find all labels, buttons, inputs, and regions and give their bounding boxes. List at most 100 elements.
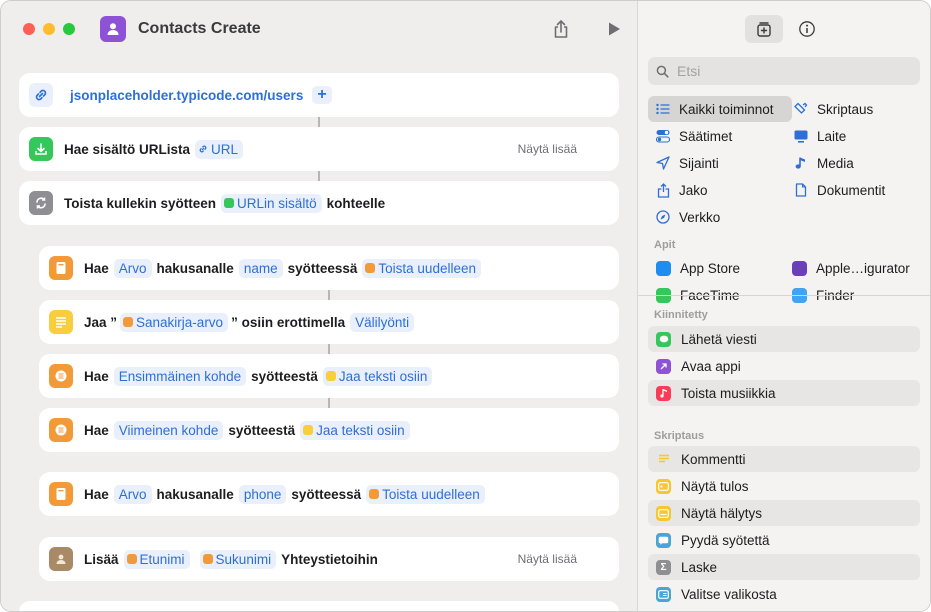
category-scripting[interactable]: Skriptaus [786,96,926,122]
pinned-section-header: Kiinnitetty [654,309,708,321]
link-icon [199,145,207,153]
category-all-actions[interactable]: Kaikki toiminnot [648,96,792,122]
shortcuts-window: Contacts Create jsonplaceholder.typicode… [0,0,931,612]
scripting-ask-for-input[interactable]: Pyydä syötettä [648,527,920,553]
category-controls[interactable]: Säätimet [648,123,788,149]
repeat-item-variable-token[interactable]: Toista uudelleen [362,258,481,278]
pinned-open-app[interactable]: Avaa appi [648,353,920,379]
split-text-variable-token[interactable]: Jaa teksti osiin [300,420,410,440]
category-location[interactable]: Sijainti [648,150,788,176]
first-item-token[interactable]: Ensimmäinen kohde [113,366,247,386]
share-icon [656,182,670,198]
search-icon [656,65,669,78]
list-icon [49,418,73,442]
dictionary-value-variable-token[interactable]: Sanakirja-arvo [120,312,229,332]
category-sharing[interactable]: Jako [648,177,788,203]
zoom-window-button[interactable] [63,23,75,35]
repeat-suffix: kohteelle [326,195,386,211]
pinned-play-music[interactable]: Toista musiikkia [648,380,920,406]
music-note-icon [794,156,808,170]
last-item-token[interactable]: Viimeinen kohde [113,420,224,440]
ask-input-icon [656,532,671,548]
open-app-icon [656,358,671,374]
url-action[interactable]: jsonplaceholder.typicode.com/users + [19,73,619,117]
connector [328,398,330,408]
category-documents[interactable]: Dokumentit [786,177,926,203]
action-library-tab[interactable] [745,15,783,43]
messages-icon [656,331,671,347]
app-apple-configurator[interactable]: Apple…igurator [792,255,910,281]
get-contents-label: Hae sisältö URLista [64,141,191,157]
add-to-contacts-action[interactable]: Lisää Etunimi Sukunimi Yhteystietoihin N… [39,537,619,581]
comment-lines-icon [656,452,671,467]
show-result-icon [656,478,671,494]
window-title: Contacts Create [138,20,261,37]
music-icon [656,385,671,401]
get-contents-of-url-action[interactable]: Hae sisältö URLista URL Näytä lisää [19,127,619,171]
first-name-variable-token[interactable]: Etunimi [123,549,190,569]
get-last-item-action[interactable]: Hae Viimeinen kohde syötteestä Jaa tekst… [39,408,619,452]
info-icon [799,21,815,37]
show-more-button[interactable]: Näytä lisää [518,142,577,156]
repeat-item-variable-token[interactable]: Toista uudelleen [366,484,485,504]
suggestions-panel: Kiinnitetty Lähetä viesti Avaa appi Tois… [638,295,930,611]
repeat-prefix: Toista kullekin syötteen [64,195,217,211]
category-web[interactable]: Verkko [648,204,788,230]
last-name-variable-token[interactable]: Sukunimi [199,549,277,569]
scripting-choose-from-menu[interactable]: Valitse valikosta [648,581,920,607]
url-value[interactable]: jsonplaceholder.typicode.com/users [68,88,305,103]
contacts-app-icon [49,547,73,571]
add-action-icon [757,22,771,37]
alert-icon [656,505,671,521]
repeat-icon [29,191,53,215]
display-icon [794,129,808,143]
link-icon [29,83,53,107]
next-action-partial[interactable] [19,601,619,611]
get-first-item-action[interactable]: Hae Ensimmäinen kohde syötteestä Jaa tek… [39,354,619,398]
connector [328,344,330,354]
key-phone-token[interactable]: phone [238,484,287,504]
share-button[interactable] [550,18,572,40]
scripting-icon [794,102,808,116]
scripting-calculate[interactable]: Σ Laske [648,554,920,580]
get-dictionary-value-phone-action[interactable]: Hae Arvo hakusanalle phone syötteessä To… [39,472,619,516]
app-store-icon [656,260,671,276]
list-icon [49,364,73,388]
separator-token[interactable]: Välilyönti [350,312,415,332]
location-icon [656,156,670,170]
scripting-section-header: Skriptaus [654,430,705,442]
contacts-person-icon [100,16,126,42]
app-app-store[interactable]: App Store [656,255,740,281]
details-tab[interactable] [788,15,826,43]
share-icon [554,19,568,38]
add-url-button[interactable]: + [312,86,332,104]
value-token[interactable]: Arvo [113,484,152,504]
get-dictionary-value-name-action[interactable]: Hae Arvo hakusanalle name syötteessä Toi… [39,246,619,290]
url-variable-token[interactable]: URL [195,139,244,159]
pinned-send-message[interactable]: Lähetä viesti [648,326,920,352]
document-icon [794,183,808,197]
title-bar: Contacts Create [1,1,637,57]
apps-section-header: Apit [654,239,676,251]
minimize-window-button[interactable] [43,23,55,35]
split-text-action[interactable]: Jaa ” Sanakirja-arvo ” osiin erottimella… [39,300,619,344]
show-more-button[interactable]: Näytä lisää [518,552,577,566]
download-icon [29,137,53,161]
key-name-token[interactable]: name [238,258,283,278]
scripting-comment[interactable]: Kommentti [648,446,920,472]
value-token[interactable]: Arvo [113,258,152,278]
url-contents-variable-token[interactable]: URLin sisältö [221,193,322,213]
list-icon [656,102,670,116]
action-library-sidebar: Etsi Kaikki toiminnot Skriptaus Säätimet… [637,1,930,611]
repeat-with-each-action[interactable]: Toista kullekin syötteen URLin sisältö k… [19,181,619,225]
scripting-show-result[interactable]: Näytä tulos [648,473,920,499]
run-button[interactable] [603,18,625,40]
dictionary-icon [49,256,73,280]
scripting-show-alert[interactable]: Näytä hälytys [648,500,920,526]
category-device[interactable]: Laite [786,123,926,149]
split-text-variable-token[interactable]: Jaa teksti osiin [322,366,433,386]
search-placeholder: Etsi [677,63,701,79]
search-field[interactable]: Etsi [648,57,920,85]
category-media[interactable]: Media [786,150,926,176]
close-window-button[interactable] [23,23,35,35]
